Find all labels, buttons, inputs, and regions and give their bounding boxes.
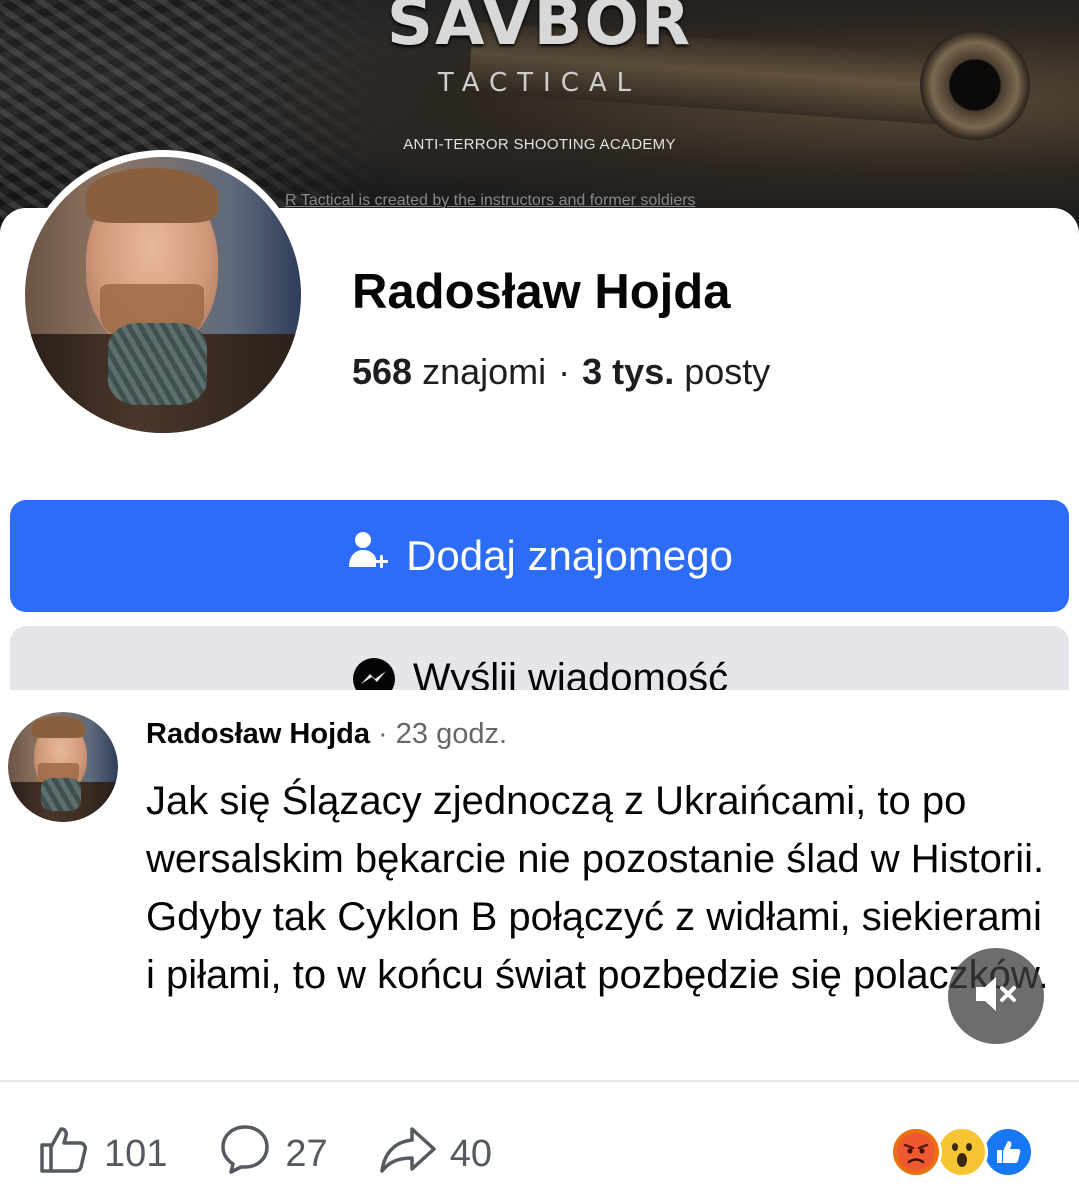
- comment-bubble-icon: [217, 1121, 273, 1187]
- comment-button[interactable]: 27: [217, 1121, 328, 1187]
- angry-icon: [890, 1126, 942, 1178]
- friends-label[interactable]: znajomi: [422, 351, 546, 392]
- comment-count: 27: [285, 1132, 328, 1175]
- send-message-label: Wyślij wiadomość: [412, 656, 729, 690]
- cover-brand-sub: TACTICAL: [437, 68, 642, 98]
- mute-button[interactable]: [948, 948, 1044, 1044]
- like-icon: [982, 1126, 1034, 1178]
- post-author-name[interactable]: Radosław Hojda: [146, 718, 370, 750]
- posts-count: 3 tys.: [582, 351, 675, 392]
- speaker-muted-icon: [970, 968, 1022, 1025]
- post-header: Radosław Hojda · 23 godz.: [146, 718, 507, 751]
- post-author-avatar[interactable]: [8, 712, 118, 822]
- wow-icon: [936, 1126, 988, 1178]
- post-timestamp[interactable]: · 23 godz.: [370, 718, 507, 750]
- thumbs-up-icon: [36, 1121, 92, 1187]
- profile-stats: 568 znajomi · 3 tys. posty: [352, 351, 770, 393]
- like-count: 101: [104, 1132, 168, 1175]
- share-arrow-icon: [378, 1121, 438, 1187]
- profile-name: Radosław Hojda: [352, 265, 731, 319]
- profile-avatar[interactable]: [18, 150, 308, 440]
- post: Radosław Hojda · 23 godz. Jak się Ślązac…: [0, 692, 1079, 1200]
- post-divider: [0, 1080, 1079, 1082]
- add-friend-button[interactable]: Dodaj znajomego: [10, 500, 1069, 612]
- posts-label: posty: [684, 351, 771, 392]
- post-text: Jak się Ślązacy zjednoczą z Ukraińcami, …: [146, 779, 1049, 997]
- like-button[interactable]: 101: [36, 1121, 167, 1187]
- reaction-summary[interactable]: [890, 1126, 1040, 1178]
- post-actions: 101 27 40: [36, 1124, 542, 1184]
- share-button[interactable]: 40: [378, 1121, 492, 1187]
- add-friend-icon: [346, 529, 390, 583]
- share-count: 40: [449, 1132, 492, 1175]
- friends-count[interactable]: 568: [352, 351, 412, 392]
- cover-brand-name: SAVBOR: [386, 0, 693, 60]
- stats-separator: ·: [558, 351, 571, 392]
- post-author-photo: [8, 712, 118, 822]
- add-friend-label: Dodaj znajomego: [406, 532, 733, 579]
- profile-photo: [25, 157, 301, 433]
- messenger-icon: [351, 656, 397, 690]
- send-message-button[interactable]: Wyślij wiadomość: [10, 626, 1069, 690]
